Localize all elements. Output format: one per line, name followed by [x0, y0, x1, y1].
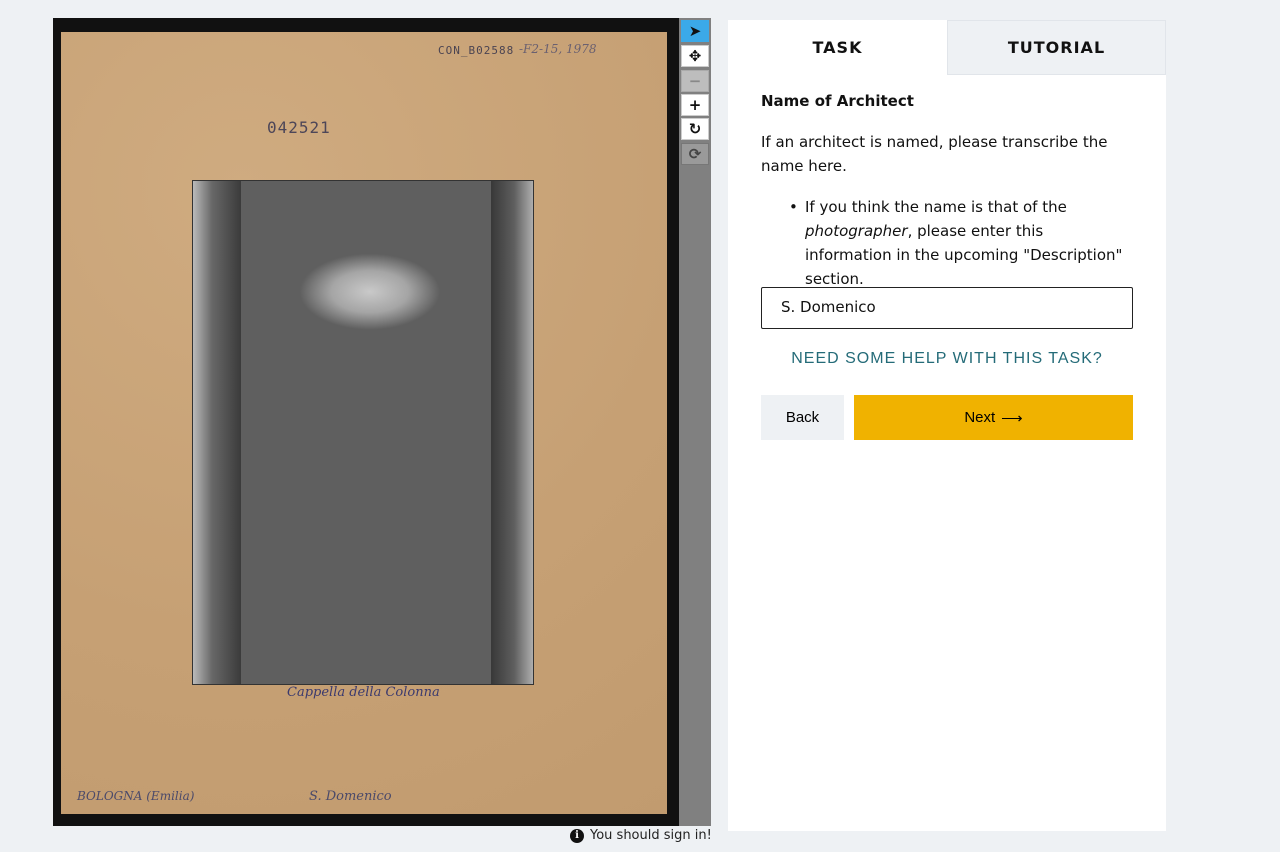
- stamp-code: CON_B02588: [438, 44, 515, 57]
- reset-view-button[interactable]: ⟳: [681, 143, 709, 165]
- panel-tabs: TASK TUTORIAL: [728, 20, 1166, 75]
- refresh-icon: ⟳: [688, 145, 702, 163]
- cursor-icon: ➤: [688, 22, 702, 40]
- caption-church: S. Domenico: [309, 789, 392, 804]
- caption-location: BOLOGNA (Emilia): [77, 789, 195, 803]
- zoom-in-button[interactable]: +: [681, 94, 709, 116]
- rotate-button[interactable]: ↻: [681, 118, 709, 140]
- back-button[interactable]: Back: [761, 395, 844, 440]
- church-ceiling-photo: [192, 180, 534, 685]
- task-note: • If you think the name is that of the p…: [789, 195, 1133, 291]
- move-tool-button[interactable]: ✥: [681, 45, 709, 67]
- sign-in-text: You should sign in!: [590, 828, 712, 843]
- next-label: Next: [964, 409, 996, 426]
- image-viewer[interactable]: CON_B02588 -F2-15, 1978 042521 Cappella …: [53, 18, 679, 826]
- arrow-right-icon: ⟶: [1001, 409, 1023, 427]
- minus-icon: −: [688, 72, 702, 90]
- stamp-handwritten: -F2-15, 1978: [519, 42, 597, 56]
- task-panel: TASK TUTORIAL Name of Architect If an ar…: [728, 20, 1166, 831]
- info-icon: i: [570, 828, 584, 843]
- next-button[interactable]: Next ⟶: [854, 395, 1133, 440]
- task-content: Name of Architect If an architect is nam…: [761, 92, 1133, 440]
- zoom-out-button[interactable]: −: [681, 70, 709, 92]
- viewer-toolbar: ➤ ✥ − + ↻ ⟳: [679, 18, 711, 826]
- task-title: Name of Architect: [761, 92, 914, 110]
- note-italic: photographer: [805, 222, 908, 240]
- help-link[interactable]: NEED SOME HELP WITH THIS TASK?: [761, 350, 1133, 368]
- tab-task[interactable]: TASK: [728, 20, 947, 75]
- sign-in-notice[interactable]: i You should sign in!: [570, 828, 712, 843]
- archive-card: CON_B02588 -F2-15, 1978 042521 Cappella …: [61, 32, 667, 814]
- note-prefix: If you think the name is that of the: [805, 198, 1067, 216]
- pointer-tool-button[interactable]: ➤: [681, 20, 709, 42]
- task-instruction: If an architect is named, please transcr…: [761, 133, 1108, 175]
- plus-icon: +: [688, 96, 702, 114]
- bullet-icon: •: [789, 198, 798, 216]
- rotate-icon: ↻: [688, 120, 702, 138]
- architect-name-input[interactable]: S. Domenico: [761, 287, 1133, 329]
- tab-tutorial[interactable]: TUTORIAL: [947, 20, 1166, 75]
- move-icon: ✥: [688, 47, 702, 65]
- inventory-number: 042521: [267, 118, 331, 137]
- caption-chapel: Cappella della Colonna: [287, 685, 440, 700]
